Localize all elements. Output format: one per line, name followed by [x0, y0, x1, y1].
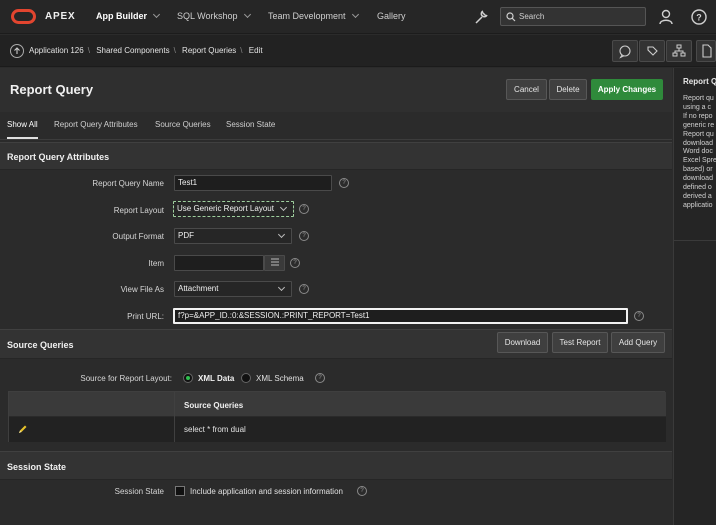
- tab-source-queries[interactable]: Source Queries: [155, 120, 211, 129]
- help-icon[interactable]: ?: [299, 284, 309, 294]
- download-button[interactable]: Download: [497, 332, 548, 353]
- section-title: Source Queries: [7, 340, 74, 350]
- tab-session-state[interactable]: Session State: [226, 120, 275, 129]
- help-icon[interactable]: ?: [357, 486, 367, 496]
- view-file-as-label: View File As: [120, 285, 164, 294]
- help-panel-title: Report Q: [683, 77, 716, 86]
- view-file-as-value: Attachment: [178, 284, 219, 293]
- chevron-down-icon: [279, 203, 288, 212]
- column-header-source-queries[interactable]: Source Queries: [184, 401, 243, 410]
- document-icon: [702, 44, 712, 58]
- item-label: Item: [148, 259, 164, 268]
- output-format-select[interactable]: PDF: [174, 228, 292, 244]
- brand-name[interactable]: APEX: [45, 11, 75, 22]
- section-session-state: Session State: [0, 451, 672, 480]
- tools-icon[interactable]: [472, 8, 490, 26]
- session-state-label: Session State: [114, 487, 164, 496]
- test-report-button[interactable]: Test Report: [552, 332, 608, 353]
- output-format-label: Output Format: [112, 232, 164, 241]
- main-content: Report Query Cancel Delete Apply Changes…: [0, 68, 672, 525]
- nav-team-development[interactable]: Team Development: [268, 10, 359, 21]
- breadcrumb-current: Edit: [248, 46, 263, 55]
- chevron-down-icon: [152, 10, 161, 19]
- xml-schema-label[interactable]: XML Schema: [256, 374, 304, 383]
- report-layout-value: Use Generic Report Layout: [177, 204, 274, 213]
- print-url-field[interactable]: f?p=&APP_ID.:0:&SESSION.:PRINT_REPORT=Te…: [173, 308, 628, 324]
- chevron-down-icon: [277, 230, 286, 239]
- page-title-row: Report Query Cancel Delete Apply Changes: [0, 68, 672, 112]
- column-divider: [174, 392, 175, 442]
- cancel-button[interactable]: Cancel: [506, 79, 547, 100]
- session-state-checkbox-label[interactable]: Include application and session informat…: [190, 487, 343, 496]
- search-icon: [506, 12, 516, 22]
- report-layout-label: Report Layout: [113, 206, 164, 215]
- help-icon[interactable]: ?: [315, 373, 325, 383]
- breadcrumb-shared-components[interactable]: Shared Components: [96, 46, 169, 55]
- arrow-up-icon[interactable]: [10, 44, 24, 58]
- chevron-down-icon: [277, 283, 286, 292]
- table-row[interactable]: select * from dual: [9, 417, 666, 442]
- help-icon[interactable]: ?: [690, 8, 708, 26]
- xml-data-label[interactable]: XML Data: [198, 374, 234, 383]
- report-query-name-input[interactable]: Test1: [174, 175, 332, 191]
- tag-button[interactable]: [639, 40, 665, 62]
- breadcrumb-report-queries[interactable]: Report Queries: [182, 46, 236, 55]
- help-icon[interactable]: ?: [299, 204, 309, 214]
- top-navigation-bar: APEX App Builder SQL Workshop Team Devel…: [0, 0, 716, 34]
- hierarchy-icon: [672, 44, 686, 57]
- section-report-query-attributes: Report Query Attributes: [0, 142, 672, 170]
- item-list-button[interactable]: [264, 255, 285, 271]
- hierarchy-button[interactable]: [666, 40, 692, 62]
- breadcrumb: Application 126 \ Shared Components \ Repo…: [29, 46, 263, 55]
- help-icon[interactable]: ?: [634, 311, 644, 321]
- chevron-down-icon: [243, 10, 251, 19]
- radio-xml-schema[interactable]: [241, 373, 251, 383]
- tab-show-all[interactable]: Show All: [7, 120, 38, 139]
- apply-changes-button[interactable]: Apply Changes: [591, 79, 663, 100]
- query-text: select * from dual: [184, 425, 246, 434]
- print-url-label: Print URL:: [127, 312, 164, 321]
- tab-report-query-attributes[interactable]: Report Query Attributes: [54, 120, 138, 129]
- view-file-as-select[interactable]: Attachment: [174, 281, 292, 297]
- nav-gallery[interactable]: Gallery: [377, 11, 406, 21]
- chevron-down-icon: [351, 10, 359, 19]
- breadcrumb-application[interactable]: Application 126: [29, 46, 84, 55]
- svg-text:?: ?: [696, 13, 702, 23]
- output-format-value: PDF: [178, 231, 194, 240]
- help-panel-divider: [674, 240, 716, 241]
- report-query-name-label: Report Query Name: [92, 179, 164, 188]
- document-button[interactable]: [696, 40, 716, 62]
- help-panel: Report Q Report qu using a c If no repo …: [673, 68, 716, 525]
- page-title: Report Query: [10, 82, 94, 97]
- nav-app-builder[interactable]: App Builder: [96, 10, 161, 21]
- delete-button[interactable]: Delete: [549, 79, 587, 100]
- chat-icon: [619, 45, 631, 59]
- report-layout-select[interactable]: Use Generic Report Layout: [173, 201, 294, 217]
- table-header: Source Queries: [9, 392, 666, 417]
- help-icon[interactable]: ?: [299, 231, 309, 241]
- tag-icon: [647, 46, 658, 56]
- pencil-icon[interactable]: [17, 424, 28, 435]
- source-queries-table: Source Queries select * from dual: [8, 391, 666, 442]
- session-state-checkbox[interactable]: [175, 486, 185, 496]
- radio-xml-data[interactable]: [183, 373, 193, 383]
- add-query-button[interactable]: Add Query: [611, 332, 665, 353]
- section-title: Session State: [7, 462, 67, 472]
- help-icon[interactable]: ?: [290, 258, 300, 268]
- source-layout-label: Source for Report Layout:: [80, 374, 172, 383]
- help-panel-text: Report qu using a c If no repo generic r…: [683, 95, 716, 209]
- search-placeholder: Search: [519, 12, 545, 21]
- user-icon[interactable]: [658, 8, 676, 26]
- section-title: Report Query Attributes: [7, 152, 110, 162]
- comments-button[interactable]: [612, 40, 638, 62]
- search-input[interactable]: Search: [500, 7, 646, 26]
- nav-sql-workshop[interactable]: SQL Workshop: [177, 10, 251, 21]
- item-input[interactable]: [174, 255, 264, 271]
- help-icon[interactable]: ?: [339, 178, 349, 188]
- list-icon: [271, 258, 279, 266]
- breadcrumb-bar: Application 126 \ Shared Components \ Repo…: [0, 35, 716, 67]
- oracle-logo-icon[interactable]: [11, 9, 36, 24]
- tab-bar: Show All Report Query Attributes Source …: [0, 112, 672, 140]
